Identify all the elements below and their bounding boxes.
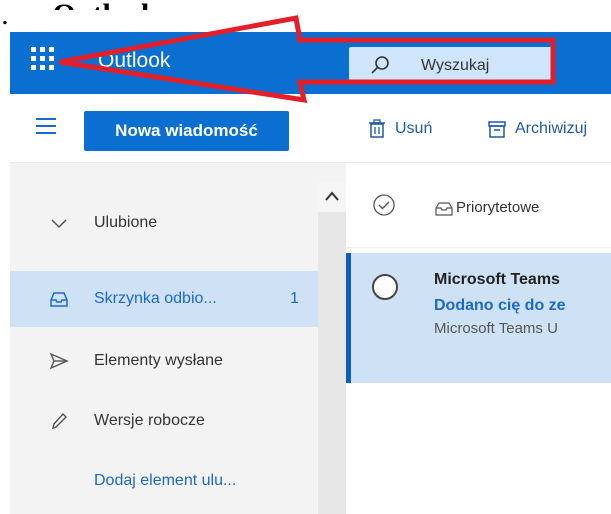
- sidebar-item-inbox[interactable]: Skrzynka odbio... 1: [10, 271, 318, 327]
- chevron-up-icon: [325, 191, 339, 201]
- search-icon: [371, 56, 389, 74]
- message-list-header: Priorytetowe: [346, 163, 611, 248]
- new-message-button[interactable]: Nowa wiadomość: [84, 111, 289, 151]
- folder-scrollbar[interactable]: [318, 182, 346, 514]
- trash-icon: [369, 119, 385, 138]
- header-bar: Outlook Wyszukaj: [10, 32, 611, 94]
- outlook-window: Outlook Wyszukaj Nowa wiadomość Usuń Arc…: [10, 10, 611, 514]
- archive-label: Archiwizuj: [515, 120, 588, 137]
- inbox-label: Skrzynka odbio...: [94, 290, 217, 307]
- delete-button[interactable]: Usuń: [367, 118, 457, 140]
- menu-icon[interactable]: [36, 118, 56, 134]
- message-list-pane: Priorytetowe Microsoft Teams Dodano cię …: [346, 163, 611, 514]
- archive-button[interactable]: Archiwizuj: [487, 118, 611, 140]
- drafts-label: Wersje robocze: [94, 412, 205, 429]
- send-icon: [49, 352, 69, 370]
- message-select-radio[interactable]: [372, 274, 398, 300]
- focused-tab[interactable]: Priorytetowe: [456, 198, 539, 218]
- select-all-checkbox[interactable]: [372, 193, 396, 217]
- message-preview: Microsoft Teams U: [434, 320, 558, 337]
- delete-label: Usuń: [395, 120, 433, 137]
- favorites-header[interactable]: Ulubione: [10, 195, 318, 251]
- chevron-down-icon: [51, 219, 67, 229]
- inbox-icon: [50, 292, 68, 307]
- message-list-item[interactable]: Microsoft Teams Dodano cię do ze Microso…: [346, 253, 611, 383]
- sidebar-item-sent[interactable]: Elementy wysłane: [10, 333, 318, 389]
- add-favorite-label: Dodaj element ulu...: [94, 472, 237, 489]
- search-box[interactable]: Wyszukaj: [349, 47, 554, 83]
- command-toolbar: Nowa wiadomość Usuń Archiwizuj: [10, 94, 611, 163]
- selected-indicator: [346, 253, 351, 383]
- archive-icon: [488, 121, 506, 138]
- add-favorite-link[interactable]: Dodaj element ulu...: [10, 453, 318, 509]
- sent-label: Elementy wysłane: [94, 352, 223, 369]
- search-input[interactable]: Wyszukaj: [421, 56, 489, 76]
- favorites-label: Ulubione: [94, 214, 158, 231]
- focused-inbox-icon: [435, 202, 453, 216]
- sidebar-item-drafts[interactable]: Wersje robocze: [10, 393, 318, 449]
- message-subject: Dodano cię do ze: [434, 297, 566, 314]
- app-launcher-icon[interactable]: [31, 47, 61, 77]
- inbox-unread-count: 1: [290, 290, 299, 307]
- scroll-up-button[interactable]: [318, 182, 346, 212]
- message-sender: Microsoft Teams: [434, 271, 560, 288]
- pencil-icon: [52, 412, 67, 430]
- folder-pane: Ulubione Skrzynka odbio... 1 Elementy wy…: [10, 163, 346, 514]
- app-title[interactable]: Outlook: [98, 48, 170, 74]
